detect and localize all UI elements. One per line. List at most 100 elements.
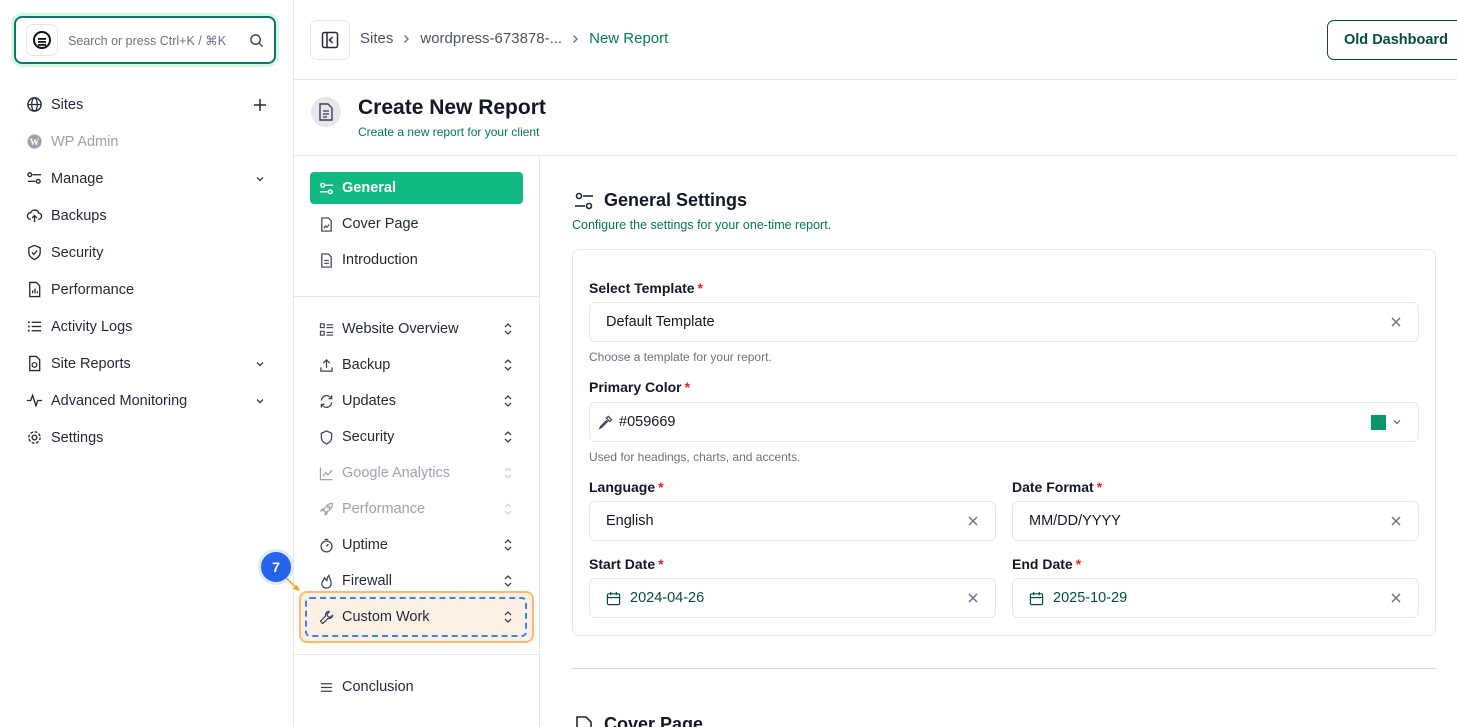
file-text-icon xyxy=(318,252,334,268)
section-updates[interactable]: Updates xyxy=(310,385,523,417)
sidebar-item-manage[interactable]: Manage xyxy=(0,160,294,197)
sidebar-item-advanced-monitoring[interactable]: Advanced Monitoring xyxy=(0,382,294,419)
chevrons-up-down-icon[interactable] xyxy=(503,538,513,552)
section-introduction[interactable]: Introduction xyxy=(310,244,523,276)
section-label: Updates xyxy=(342,393,397,409)
section-label: Custom Work xyxy=(342,609,430,625)
section-label: Introduction xyxy=(342,252,418,268)
search-input[interactable]: Search or press Ctrl+K / ⌘K xyxy=(68,33,249,48)
svg-text:W: W xyxy=(29,138,39,148)
section-firewall[interactable]: Firewall xyxy=(310,565,523,597)
date-format-value: MM/DD/YYYY xyxy=(1029,513,1121,529)
section-uptime[interactable]: Uptime xyxy=(310,529,523,561)
section-custom-work[interactable]: Custom Work xyxy=(310,601,523,633)
end-date-label: End Date * xyxy=(1012,556,1082,572)
rocket-icon xyxy=(318,501,334,517)
plus-icon[interactable] xyxy=(252,98,268,112)
sidebar-item-performance[interactable]: Performance xyxy=(0,271,294,308)
chevrons-up-down-icon[interactable] xyxy=(503,430,513,444)
template-help: Choose a template for your report. xyxy=(589,350,772,364)
old-dashboard-button[interactable]: Old Dashboard xyxy=(1327,20,1457,60)
document-icon xyxy=(311,97,341,127)
chevron-down-icon[interactable] xyxy=(252,174,268,184)
collapse-sidebar-button[interactable] xyxy=(310,20,350,60)
template-label: Select Template * xyxy=(589,280,704,296)
chevrons-up-down-icon[interactable] xyxy=(503,574,513,588)
general-settings-card: Select Template * Default Template Choose… xyxy=(572,249,1436,636)
sidebar-item-wp-admin[interactable]: W WP Admin xyxy=(0,123,294,160)
search-box[interactable]: Search or press Ctrl+K / ⌘K xyxy=(14,16,276,64)
clear-icon[interactable] xyxy=(967,515,979,527)
breadcrumb: Sites wordpress-673878-... New Report xyxy=(360,30,668,47)
sidebar-item-security[interactable]: Security xyxy=(0,234,294,271)
eyedropper-icon[interactable] xyxy=(598,415,613,430)
divider xyxy=(294,654,539,655)
section-performance[interactable]: Performance xyxy=(310,493,523,525)
language-label: Language * xyxy=(589,479,664,495)
search-icon[interactable] xyxy=(249,33,264,48)
sidebar-item-settings[interactable]: Settings xyxy=(0,419,294,456)
logo[interactable] xyxy=(26,24,58,56)
chevrons-up-down-icon[interactable] xyxy=(503,466,513,480)
menu-icon xyxy=(318,679,334,695)
sidebar-item-label: Performance xyxy=(51,281,135,298)
sidebar-item-label: Settings xyxy=(51,429,104,446)
template-value: Default Template xyxy=(606,314,715,330)
gear-icon xyxy=(25,429,43,447)
section-label: Security xyxy=(342,429,395,445)
calendar-icon xyxy=(606,591,621,606)
section-security[interactable]: Security xyxy=(310,421,523,453)
sidebar-item-activity-logs[interactable]: Activity Logs xyxy=(0,308,294,345)
chevron-down-icon[interactable] xyxy=(252,359,268,369)
language-value: English xyxy=(606,513,654,529)
date-format-label: Date Format * xyxy=(1012,479,1103,495)
template-select[interactable]: Default Template xyxy=(589,302,1419,342)
sliders-icon xyxy=(25,170,43,188)
section-general[interactable]: General xyxy=(310,172,523,204)
sidebar-item-label: WP Admin xyxy=(51,133,119,150)
file-chart-icon xyxy=(25,281,43,299)
clear-icon[interactable] xyxy=(1390,592,1402,604)
color-picker-field[interactable]: #059669 xyxy=(589,402,1419,442)
date-format-select[interactable]: MM/DD/YYYY xyxy=(1012,501,1419,541)
sidebar-item-backups[interactable]: Backups xyxy=(0,197,294,234)
end-date-picker[interactable]: 2025-10-29 xyxy=(1012,578,1419,618)
layout-list-icon xyxy=(318,321,334,337)
sliders-icon xyxy=(318,180,334,196)
clear-icon[interactable] xyxy=(1390,515,1402,527)
chevrons-up-down-icon[interactable] xyxy=(503,322,513,336)
sidebar-item-sites[interactable]: Sites xyxy=(0,86,294,123)
sidebar-item-label: Advanced Monitoring xyxy=(51,392,188,409)
sidebar-item-label: Sites xyxy=(51,96,84,113)
sidebar-item-site-reports[interactable]: Site Reports xyxy=(0,345,294,382)
end-date-value: 2025-10-29 xyxy=(1053,590,1128,606)
chevron-down-icon[interactable] xyxy=(252,396,268,406)
sidebar-item-label: Activity Logs xyxy=(51,318,133,335)
color-swatch[interactable] xyxy=(1371,414,1386,430)
start-date-value: 2024-04-26 xyxy=(630,590,705,606)
section-cover-page[interactable]: Cover Page xyxy=(310,208,523,240)
chevrons-up-down-icon[interactable] xyxy=(503,610,513,624)
file-image-icon xyxy=(576,716,592,727)
section-conclusion[interactable]: Conclusion xyxy=(310,671,523,703)
section-backup[interactable]: Backup xyxy=(310,349,523,381)
chevron-down-icon[interactable] xyxy=(1392,417,1402,427)
section-website-overview[interactable]: Website Overview xyxy=(310,313,523,345)
section-google-analytics[interactable]: Google Analytics xyxy=(310,457,523,489)
logo-icon xyxy=(33,31,51,49)
sidebar-item-label: Manage xyxy=(51,170,104,187)
color-label: Primary Color * xyxy=(589,379,691,395)
chevrons-up-down-icon[interactable] xyxy=(503,358,513,372)
section-label: Cover Page xyxy=(342,216,419,232)
chevron-right-icon xyxy=(402,34,411,44)
breadcrumb-site[interactable]: wordpress-673878-... xyxy=(420,30,562,47)
breadcrumb-sites[interactable]: Sites xyxy=(360,30,393,47)
language-select[interactable]: English xyxy=(589,501,996,541)
sidebar-item-label: Site Reports xyxy=(51,355,131,372)
start-date-picker[interactable]: 2024-04-26 xyxy=(589,578,996,618)
clear-icon[interactable] xyxy=(1390,316,1402,328)
clear-icon[interactable] xyxy=(967,592,979,604)
chevrons-up-down-icon[interactable] xyxy=(503,394,513,408)
general-settings-title: General Settings xyxy=(604,190,748,210)
chevrons-up-down-icon[interactable] xyxy=(503,502,513,516)
